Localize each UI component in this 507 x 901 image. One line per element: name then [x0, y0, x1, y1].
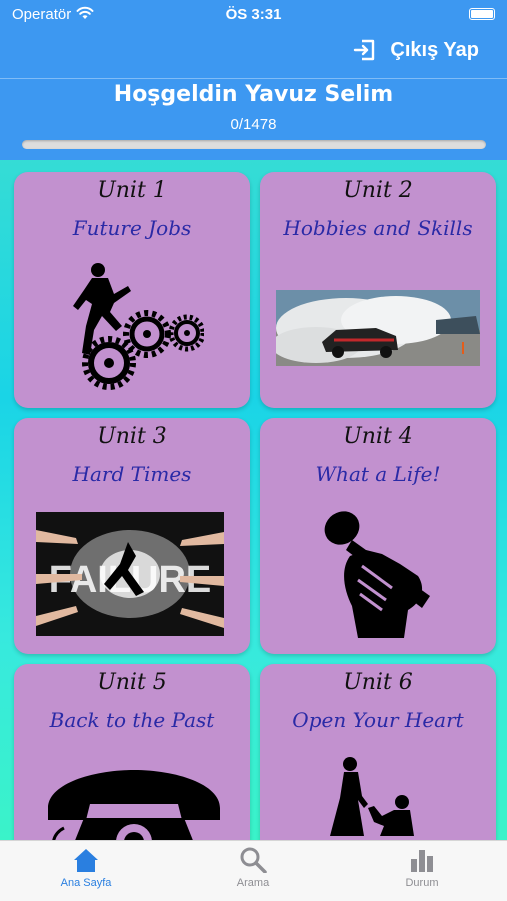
unit-title: Back to the Past [49, 708, 215, 732]
unit-card-4[interactable]: Unit 4 What a Life! [260, 418, 496, 654]
tab-home[interactable]: Ana Sayfa [26, 847, 146, 889]
unit-title: Hobbies and Skills [283, 216, 473, 240]
unit-title: What a Life! [315, 462, 441, 486]
header-divider [0, 78, 507, 79]
tab-bar: Ana Sayfa Arama Durum [0, 840, 507, 901]
tab-search[interactable]: Arama [193, 847, 313, 889]
tab-label: Durum [405, 877, 439, 889]
progress-bar [22, 140, 486, 149]
drifting-car-photo [276, 290, 480, 366]
unit-card-2[interactable]: Unit 2 Hobbies and Skills [260, 172, 496, 408]
tab-label: Ana Sayfa [60, 877, 112, 889]
proposal-icon [330, 757, 414, 836]
unit-card-1[interactable]: Unit 1 Future Jobs [14, 172, 250, 408]
unit-label: Unit 1 [97, 178, 167, 203]
unit-label: Unit 5 [97, 670, 167, 695]
unit-card-3[interactable]: Unit 3 Hard Times FAILURE [14, 418, 250, 654]
gears-climber-icon [73, 263, 204, 390]
unit-card-6[interactable]: Unit 6 Open Your Heart [260, 664, 496, 840]
unit-title: Hard Times [72, 462, 192, 486]
logout-icon [354, 39, 375, 61]
status-time: ÖS 3:31 [225, 6, 282, 23]
tab-label: Arama [236, 877, 270, 889]
status-bar: Operatör ÖS 3:31 [0, 0, 507, 30]
welcome-title: Hoşgeldin Yavuz Selim [113, 82, 394, 107]
battery-icon [469, 8, 495, 20]
unit-grid: Unit 1 Future Jobs Unit 2 Hobbies and Sk… [0, 160, 507, 840]
unit-label: Unit 4 [343, 424, 413, 449]
search-icon [240, 847, 267, 873]
unit-label: Unit 6 [343, 670, 413, 695]
progress-count: 0/1478 [230, 116, 277, 133]
unit-label: Unit 3 [97, 424, 167, 449]
telephone-icon [48, 770, 220, 840]
home-icon [74, 849, 98, 872]
unit-title: Future Jobs [72, 216, 192, 240]
failure-photo: FAILURE [36, 512, 224, 636]
unit-title: Open Your Heart [292, 708, 464, 732]
unit-label: Unit 2 [343, 178, 413, 203]
bar-chart-icon [411, 850, 433, 872]
unit-card-5[interactable]: Unit 5 Back to the Past [14, 664, 250, 840]
tab-status[interactable]: Durum [362, 847, 482, 889]
microphone-fist-icon [324, 511, 430, 638]
logout-label: Çıkış Yap [390, 38, 479, 61]
logout-button[interactable]: Çıkış Yap [352, 38, 479, 62]
header: Operatör ÖS 3:31 Çıkış Yap Hoşgeldin Yav… [0, 0, 507, 160]
